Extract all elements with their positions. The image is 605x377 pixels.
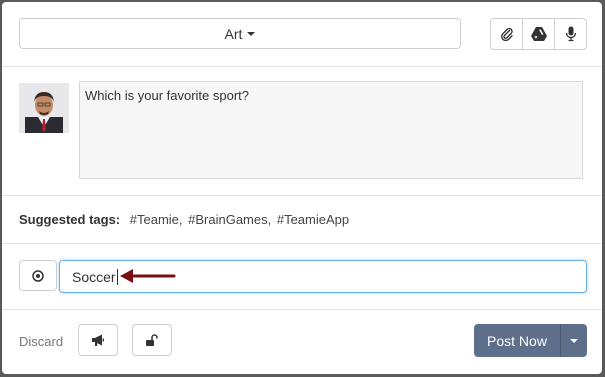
google-drive-button[interactable] <box>523 19 555 49</box>
attach-file-button[interactable] <box>491 19 523 49</box>
privacy-button[interactable] <box>132 324 172 356</box>
tag-teamieapp[interactable]: #TeamieApp <box>277 212 349 227</box>
text-cursor <box>116 268 118 285</box>
suggested-tags-label: Suggested tags: <box>19 212 121 227</box>
annotation-arrow-icon <box>120 269 176 283</box>
option-radio-button[interactable] <box>19 260 57 291</box>
post-now-button[interactable]: Post Now <box>474 324 560 357</box>
radio-target-icon <box>32 269 44 282</box>
post-text-area[interactable]: Which is your favorite sport? <box>79 81 583 179</box>
category-label: Art <box>224 25 243 42</box>
paperclip-icon <box>500 27 513 41</box>
discard-link[interactable]: Discard <box>19 334 63 349</box>
post-text: Which is your favorite sport? <box>85 88 250 103</box>
attachment-toolbar <box>490 18 587 50</box>
announce-button[interactable] <box>78 324 118 356</box>
divider <box>2 243 602 244</box>
megaphone-icon <box>92 334 104 346</box>
google-drive-icon <box>530 27 547 41</box>
caret-down-icon <box>570 338 578 343</box>
post-composer-card: Art Which is your favorite sport? Sugges… <box>2 2 602 374</box>
divider <box>2 309 602 310</box>
tag-teamie[interactable]: #Teamie, <box>130 212 183 227</box>
poll-option-value: Soccer <box>72 268 116 285</box>
post-button-group: Post Now <box>474 324 587 357</box>
divider <box>2 195 602 196</box>
suggested-tags: Suggested tags: #Teamie, #BrainGames, #T… <box>19 212 351 227</box>
user-avatar <box>19 83 69 133</box>
post-options-dropdown[interactable] <box>560 324 587 357</box>
post-now-label: Post Now <box>487 332 547 349</box>
category-dropdown-button[interactable]: Art <box>19 18 461 49</box>
caret-down-icon <box>247 31 256 36</box>
microphone-icon <box>565 26 576 42</box>
tag-braingames[interactable]: #BrainGames, <box>188 212 271 227</box>
record-audio-button[interactable] <box>555 19 586 49</box>
divider <box>2 66 602 67</box>
unlock-icon <box>146 333 158 346</box>
